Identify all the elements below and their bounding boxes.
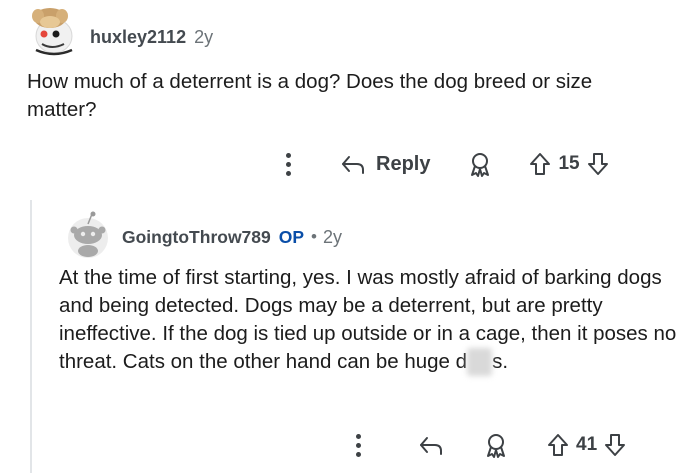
vote-score: 15 xyxy=(558,153,580,174)
downvote-button[interactable] xyxy=(603,432,627,458)
upvote-arrow-icon xyxy=(548,434,568,456)
comment-author[interactable]: huxley2112 xyxy=(90,27,186,48)
comment-actions: 41 xyxy=(350,425,627,465)
award-icon xyxy=(471,153,490,177)
separator-dot: • xyxy=(311,227,317,246)
downvote-arrow-icon xyxy=(587,153,608,175)
reply-label: Reply xyxy=(376,152,431,175)
op-badge: OP xyxy=(278,226,305,247)
upvote-arrow-icon xyxy=(530,153,551,175)
comment-header: huxley2112 2y xyxy=(26,4,213,60)
thread-line[interactable] xyxy=(30,200,32,473)
more-options-button[interactable] xyxy=(350,432,366,459)
comment-actions: Reply 15 xyxy=(280,146,610,182)
comment-age: 2y xyxy=(194,26,214,47)
censored-text: ick xyxy=(467,348,493,376)
reply-arrow-icon xyxy=(342,156,364,174)
comment-body: At the time of first starting, yes. I wa… xyxy=(59,264,689,376)
upvote-button[interactable] xyxy=(528,151,552,177)
comment-body-text: At the time of first starting, yes. I wa… xyxy=(59,266,677,373)
vote-score: 41 xyxy=(576,434,598,455)
comment-body-text-end: s. xyxy=(492,350,509,373)
comment-age: 2y xyxy=(323,226,343,247)
more-vertical-icon xyxy=(285,152,291,158)
downvote-button[interactable] xyxy=(586,151,610,177)
reply-button[interactable]: Reply xyxy=(340,153,430,176)
avatar[interactable] xyxy=(26,4,82,60)
comment-body: How much of a deterrent is a dog? Does t… xyxy=(27,70,593,121)
more-vertical-icon xyxy=(355,433,361,439)
comment-author[interactable]: GoingtoThrow789 xyxy=(122,227,271,248)
more-options-button[interactable] xyxy=(280,151,296,178)
snoo-avatar-icon xyxy=(32,8,73,56)
reply-arrow-icon xyxy=(420,437,442,455)
snoo-avatar-icon xyxy=(68,211,108,258)
award-button[interactable] xyxy=(482,431,510,459)
downvote-arrow-icon xyxy=(605,434,626,456)
comment-header: GoingtoThrow789 OP • 2y xyxy=(60,208,342,264)
award-button[interactable] xyxy=(466,150,494,178)
award-icon xyxy=(487,434,505,458)
upvote-button[interactable] xyxy=(546,432,570,458)
avatar[interactable] xyxy=(60,208,116,264)
reply-button[interactable] xyxy=(418,434,444,456)
